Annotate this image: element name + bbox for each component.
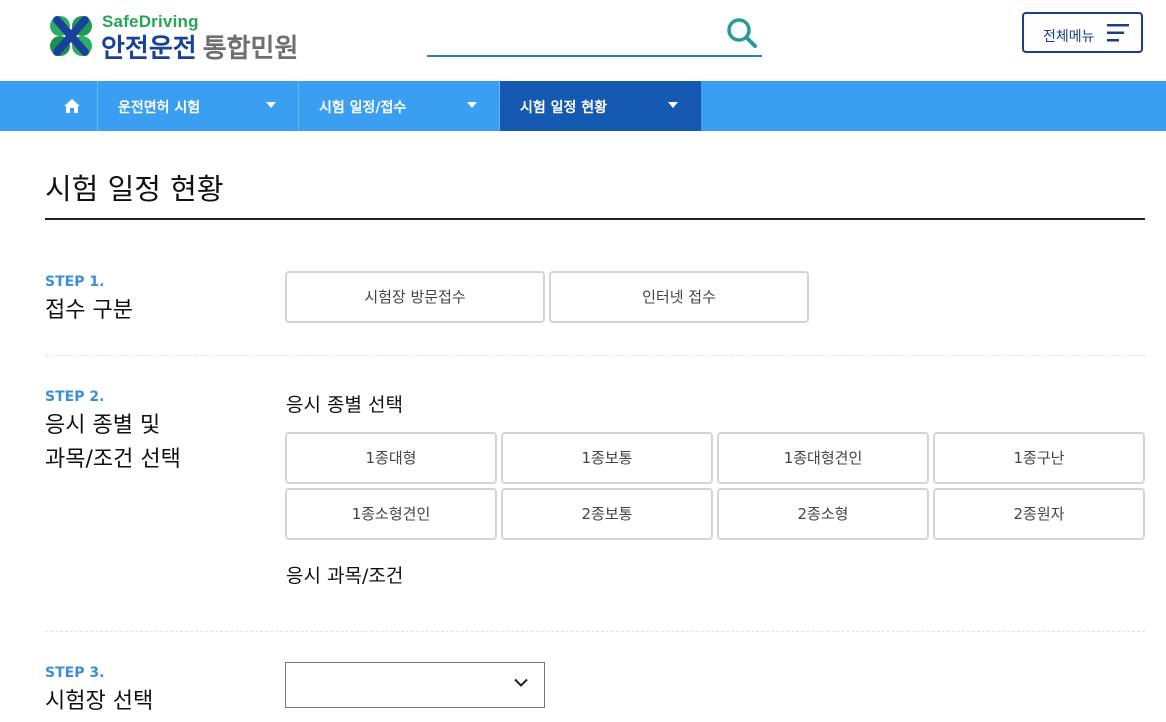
visit-apply-button[interactable]: 시험장 방문접수 [285, 271, 545, 323]
clover-logo-icon [50, 16, 92, 56]
internet-apply-button[interactable]: 인터넷 접수 [549, 271, 809, 323]
nav-item-license-exam[interactable]: 운전면허 시험 [98, 81, 299, 131]
section-divider [45, 631, 1145, 632]
step1-number: STEP 1. [45, 274, 105, 290]
step2-number: STEP 2. [45, 389, 105, 405]
license-option-button[interactable]: 2종원자 [933, 488, 1145, 540]
search-bar [427, 14, 762, 57]
header: SafeDriving 안전운전 통합민원 전체메뉴 [0, 0, 1166, 81]
search-input[interactable] [427, 14, 711, 54]
nav-item-label: 시험 일정/접수 [319, 100, 407, 116]
exam-condition-label: 응시 과목/조건 [286, 565, 404, 587]
license-option-button[interactable]: 1종대형견인 [717, 432, 929, 484]
page-title: 시험 일정 현황 [45, 172, 224, 206]
nav-item-label: 시험 일정 현황 [520, 100, 608, 116]
search-icon[interactable] [725, 16, 759, 50]
caret-down-icon [467, 102, 477, 108]
all-menu-button[interactable]: 전체메뉴 [1022, 12, 1143, 53]
license-option-button[interactable]: 2종소형 [717, 488, 929, 540]
license-option-button[interactable]: 1종보통 [501, 432, 713, 484]
chevron-down-icon [514, 678, 528, 687]
caret-down-icon [668, 102, 678, 108]
step1-title: 접수 구분 [45, 298, 133, 323]
logo-korean-text: 안전운전 통합민원 [101, 28, 298, 65]
main-navigation: 운전면허 시험 시험 일정/접수 시험 일정 현황 [0, 81, 1166, 131]
logo-sub-text: 통합민원 [202, 33, 299, 63]
nav-item-label: 운전면허 시험 [118, 100, 201, 116]
step2-title-line2: 과목/조건 선택 [45, 447, 181, 472]
site-logo[interactable]: SafeDriving 안전운전 통합민원 [45, 12, 335, 65]
home-button[interactable] [45, 81, 98, 131]
nav-item-exam-schedule-apply[interactable]: 시험 일정/접수 [299, 81, 500, 131]
logo-main-text: 안전운전 [101, 33, 197, 63]
license-option-button[interactable]: 1종소형견인 [285, 488, 497, 540]
step3-number: STEP 3. [45, 665, 105, 681]
license-option-button[interactable]: 1종대형 [285, 432, 497, 484]
exam-site-select[interactable] [285, 662, 545, 708]
hamburger-icon [1107, 24, 1129, 42]
nav-item-exam-schedule-status[interactable]: 시험 일정 현황 [500, 81, 701, 131]
license-type-label: 응시 종별 선택 [286, 394, 403, 416]
license-option-button[interactable]: 1종구난 [933, 432, 1145, 484]
section-divider [45, 355, 1145, 356]
title-divider [45, 218, 1145, 220]
home-icon [64, 99, 80, 113]
license-option-button[interactable]: 2종보통 [501, 488, 713, 540]
step3-title: 시험장 선택 [45, 689, 154, 714]
caret-down-icon [266, 102, 276, 108]
step2-title-line1: 응시 종별 및 [45, 413, 161, 438]
all-menu-label: 전체메뉴 [1043, 29, 1095, 45]
